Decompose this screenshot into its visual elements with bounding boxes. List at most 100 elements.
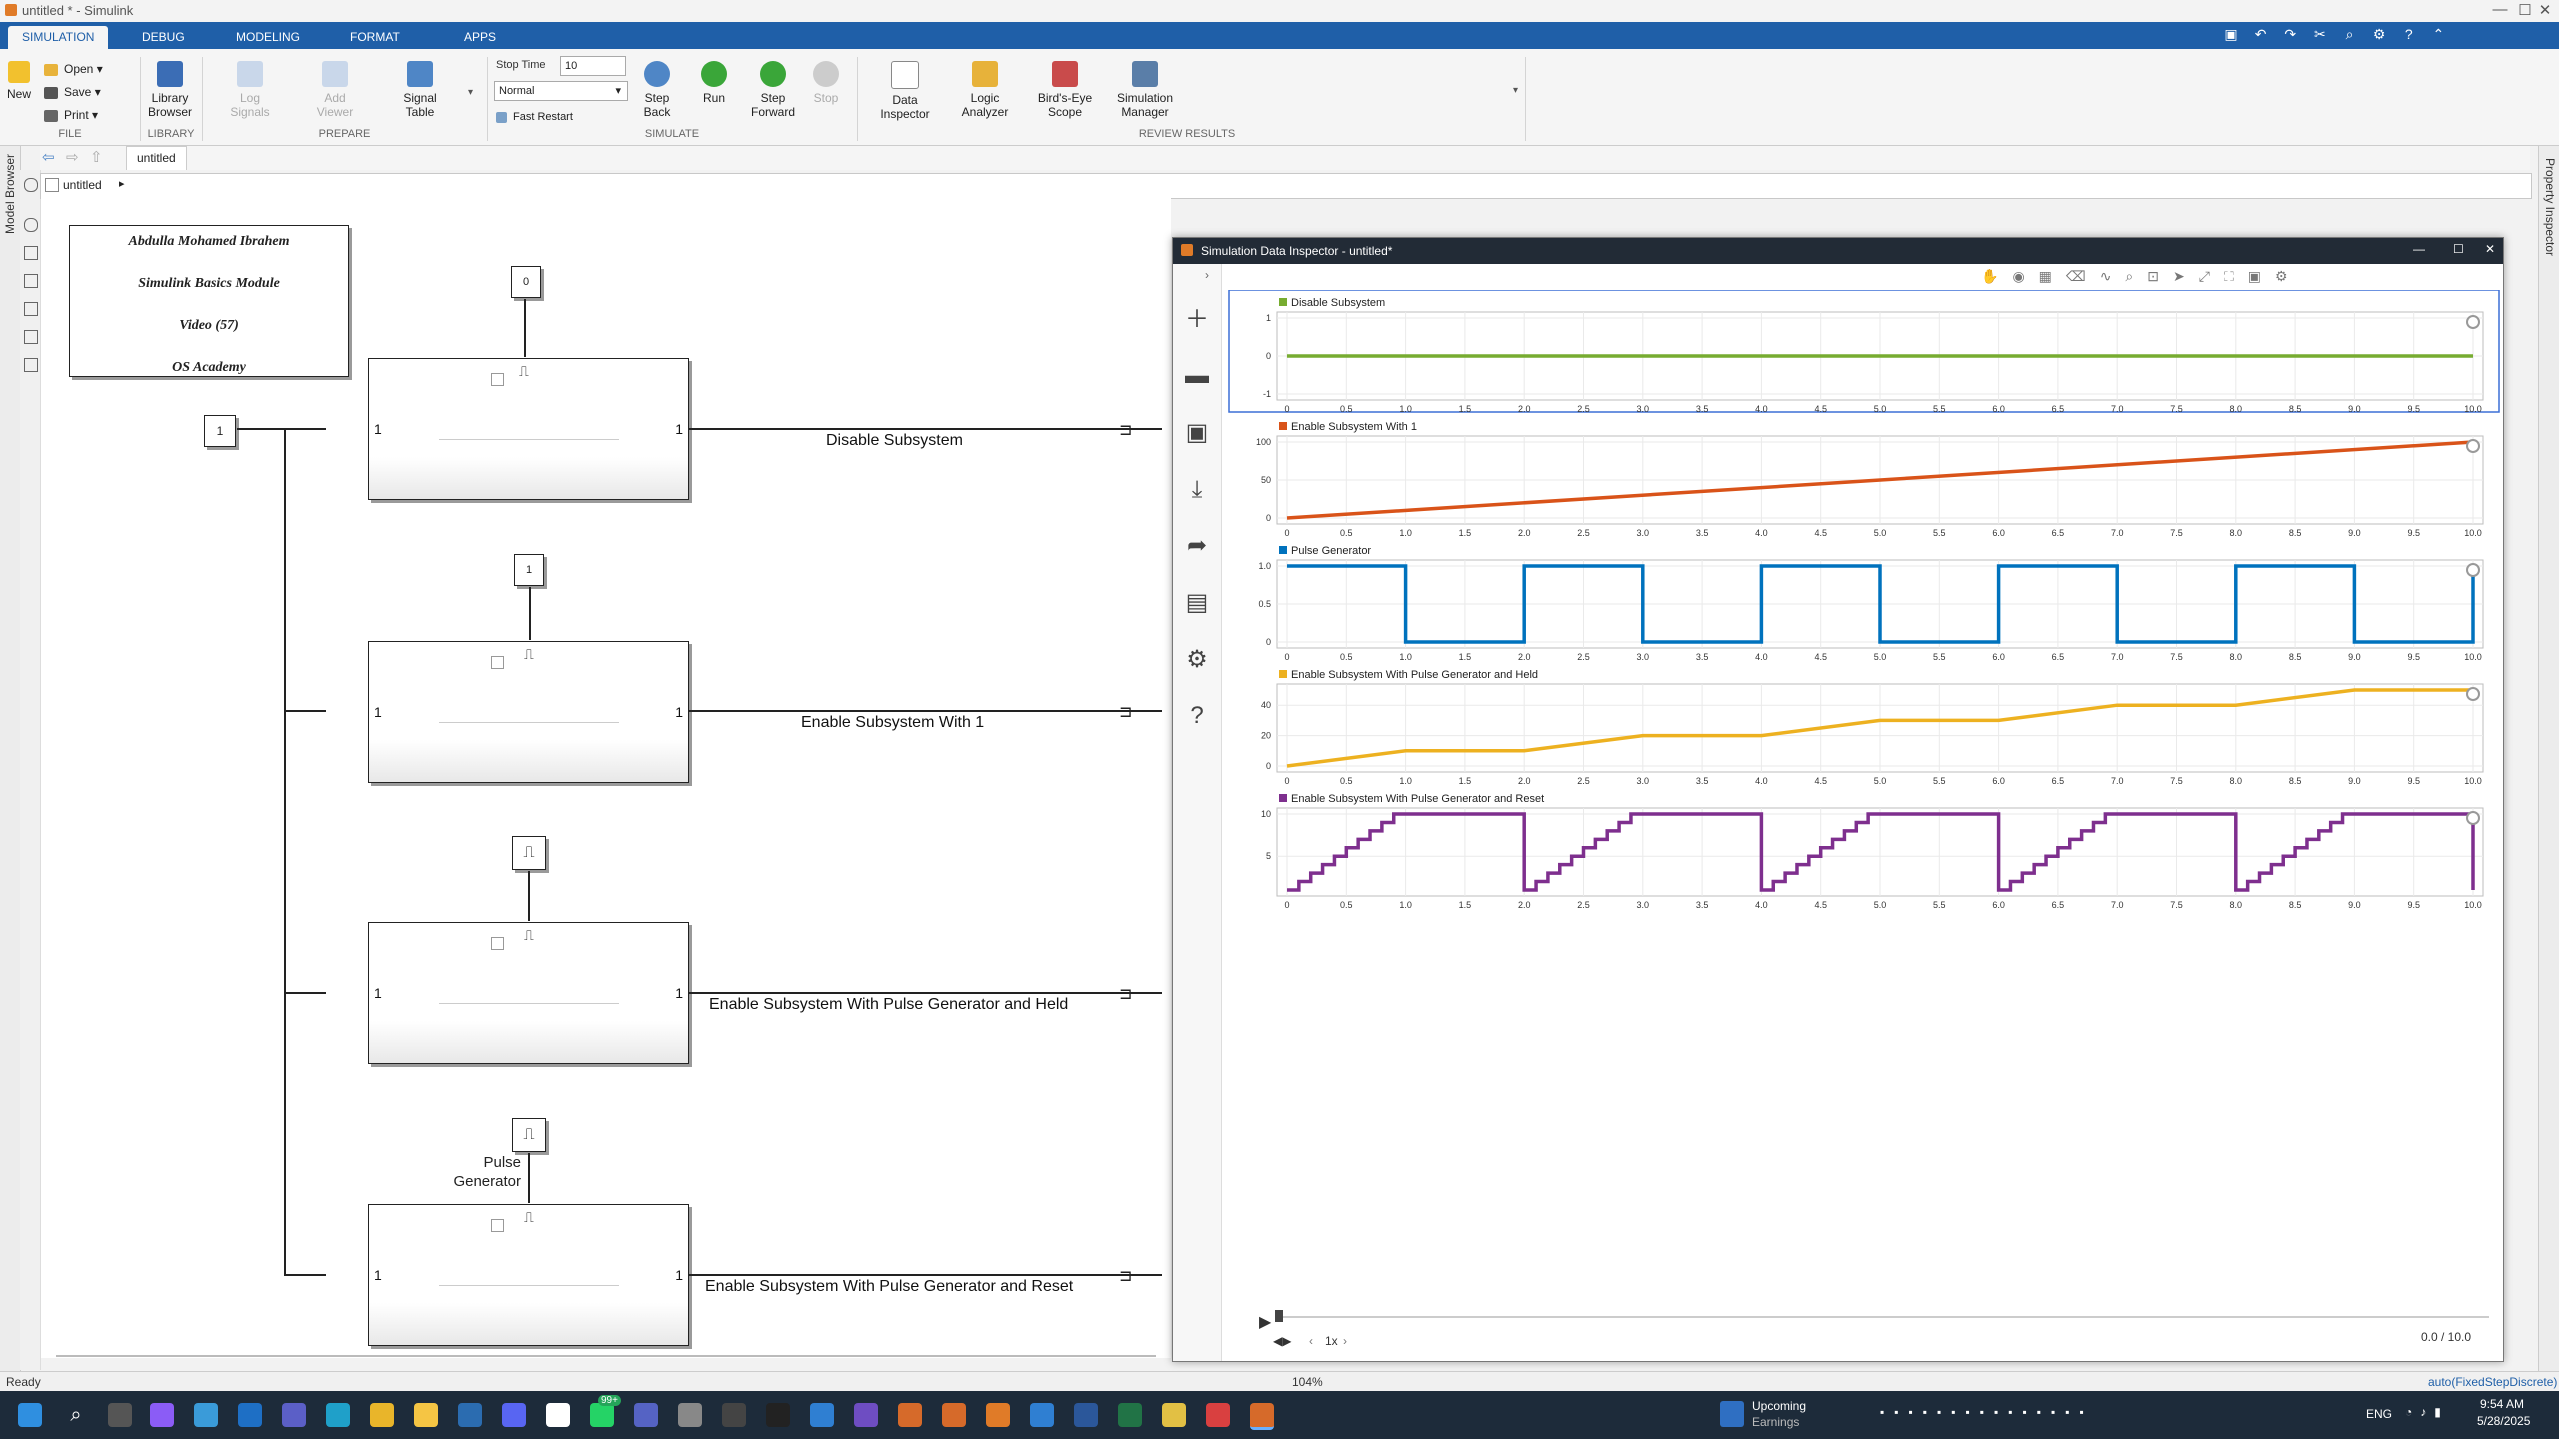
network-volume-icons[interactable]: ◔♪▮	[2405, 1405, 2449, 1419]
annotation-block[interactable]: Abdulla Mohamed Ibrahem Simulink Basics …	[69, 225, 349, 377]
tab-debug[interactable]: DEBUG	[128, 26, 199, 49]
settings-app-icon[interactable]	[546, 1403, 570, 1427]
discord-icon[interactable]	[502, 1403, 526, 1427]
whatsapp-icon[interactable]	[590, 1403, 614, 1427]
pan-icon[interactable]: ✋	[1981, 268, 2012, 284]
data-inspector-button[interactable]: Data Inspector	[870, 61, 940, 121]
app-icon[interactable]	[766, 1403, 790, 1427]
tab-format[interactable]: FORMAT	[336, 26, 414, 49]
arrow-icon[interactable]	[24, 274, 38, 288]
app-icon[interactable]	[634, 1403, 658, 1427]
terminator-icon[interactable]: ⊐	[1119, 420, 1132, 440]
simulink-taskbar-icon[interactable]	[1250, 1403, 1274, 1430]
tab-simulation[interactable]: SIMULATION	[8, 26, 109, 49]
prepare-expand-icon[interactable]: ▾	[468, 87, 473, 98]
area-icon[interactable]	[24, 358, 38, 372]
open-button[interactable]: Open ▾	[44, 59, 103, 79]
stop-time-input[interactable]: 10	[560, 56, 626, 76]
fullscreen-icon[interactable]: ⛶	[2224, 268, 2248, 284]
vscode-icon[interactable]	[810, 1403, 834, 1427]
widget-subtitle[interactable]: Earnings	[1752, 1415, 1799, 1429]
save-icon[interactable]: ▣	[1183, 419, 1211, 447]
camera-icon[interactable]: ▣	[2248, 268, 2275, 284]
clock-date[interactable]: 5/28/2025	[2477, 1414, 2530, 1428]
undo-icon[interactable]: ↶	[2251, 24, 2271, 44]
constant-block[interactable]: 1	[204, 415, 236, 447]
signal-label[interactable]: Disable Subsystem	[826, 432, 963, 450]
app-icon[interactable]	[1206, 1403, 1230, 1427]
open-folder-icon[interactable]: ▬	[1183, 362, 1211, 390]
word-icon[interactable]	[1074, 1403, 1098, 1427]
sdi-charts[interactable]: Disable Subsystem 0 0.5 1.0 1.5 2.0 2.5 3.0 3.5 4…	[1221, 290, 2503, 1361]
fast-restart-button[interactable]: Fast Restart	[496, 107, 573, 127]
fit-icon[interactable]: ⊡	[2147, 268, 2173, 284]
pulse-generator-block[interactable]: ⎍	[512, 1118, 546, 1152]
share-icon[interactable]: ➦	[1183, 532, 1211, 560]
birds-eye-scope-button[interactable]: Bird's-Eye Scope	[1030, 61, 1100, 119]
store-icon[interactable]	[458, 1403, 482, 1427]
property-inspector-label[interactable]: Property Inspector	[2543, 158, 2557, 256]
step-forward-button[interactable]: Step Forward	[748, 61, 798, 119]
time-slider[interactable]	[1279, 1316, 2489, 1318]
excel-icon[interactable]	[1118, 1403, 1142, 1427]
forward-arrow-icon[interactable]: ⇨	[66, 148, 79, 166]
search-icon[interactable]: ⌕	[2340, 24, 2360, 44]
search-icon[interactable]: ⌕	[64, 1403, 88, 1427]
simulation-mode-select[interactable]: Normal ▾	[494, 81, 628, 101]
annotation-icon[interactable]	[24, 302, 38, 316]
clock-time[interactable]: 9:54 AM	[2480, 1397, 2524, 1411]
copilot-icon[interactable]	[150, 1403, 174, 1427]
zoom-icon[interactable]: ⌕	[2125, 268, 2147, 284]
ribbon-expand-icon[interactable]: ▾	[1513, 85, 1518, 96]
stop-button[interactable]: Stop	[808, 61, 844, 105]
app-icon[interactable]	[1162, 1403, 1186, 1427]
terminator-icon[interactable]: ⊐	[1119, 1266, 1132, 1286]
simulation-manager-button[interactable]: Simulation Manager	[1110, 61, 1180, 119]
close-button[interactable]: ✕	[2525, 1, 2559, 19]
play-circle-icon[interactable]: ◉	[2012, 268, 2038, 284]
signal-label[interactable]: Enable Subsystem With 1	[801, 714, 984, 732]
widget-title[interactable]: Upcoming	[1752, 1399, 1806, 1413]
download-icon[interactable]: ⤓	[1183, 476, 1211, 504]
layout-icon[interactable]: ▦	[2039, 268, 2066, 284]
eraser-icon[interactable]: ⌫	[2066, 268, 2100, 284]
settings-icon[interactable]: ⚙	[2369, 24, 2389, 44]
expand-icon[interactable]: ›	[1205, 268, 1209, 282]
cursor-icon[interactable]: ➤	[2173, 268, 2199, 284]
file-explorer-icon[interactable]	[414, 1403, 438, 1427]
visual-studio-icon[interactable]	[854, 1403, 878, 1427]
enable-subsystem-block[interactable]: ⎍ 1 1	[368, 641, 689, 783]
cut-icon[interactable]: ✂	[2310, 24, 2330, 44]
sdi-close-button[interactable]: ✕	[2485, 242, 2495, 256]
image-icon[interactable]	[24, 330, 38, 344]
add-icon[interactable]: ＋	[1183, 306, 1211, 334]
hide-show-icon[interactable]	[24, 178, 38, 192]
edge-icon[interactable]	[326, 1403, 350, 1427]
chrome-icon[interactable]	[370, 1403, 394, 1427]
step-controls[interactable]: ◀▶	[1273, 1334, 1291, 1348]
tab-apps[interactable]: APPS	[450, 26, 510, 49]
up-arrow-icon[interactable]: ⇧	[90, 148, 103, 166]
sdi-minimize-button[interactable]: —	[2413, 242, 2425, 256]
app-icon[interactable]	[194, 1403, 218, 1427]
print-button[interactable]: Print ▾	[44, 105, 98, 125]
chevron-right-icon[interactable]: ▸	[119, 177, 125, 190]
fit-view-icon[interactable]	[24, 246, 38, 260]
faster-button[interactable]: ›	[1343, 1334, 1347, 1348]
task-view-icon[interactable]	[108, 1403, 132, 1427]
signal-icon[interactable]: ∿	[2100, 268, 2126, 284]
logic-analyzer-button[interactable]: Logic Analyzer	[950, 61, 1020, 119]
disable-subsystem-block[interactable]: ⎍ 1 1	[368, 358, 689, 500]
app-icon[interactable]	[678, 1403, 702, 1427]
terminator-icon[interactable]: ⊐	[1119, 702, 1132, 722]
model-browser-label[interactable]: Model Browser	[3, 154, 17, 234]
help-icon[interactable]: ?	[1183, 702, 1211, 730]
zoom-icon[interactable]	[24, 218, 38, 232]
teams-icon[interactable]	[282, 1403, 306, 1427]
solver-link[interactable]: auto(FixedStepDiscrete)	[2428, 1375, 2557, 1389]
windows-start-icon[interactable]	[18, 1403, 42, 1427]
language-indicator[interactable]: ENG	[2366, 1407, 2392, 1421]
back-arrow-icon[interactable]: ⇦	[42, 148, 55, 166]
step-back-button[interactable]: Step Back	[633, 61, 681, 119]
help-icon[interactable]: ?	[2399, 24, 2419, 44]
